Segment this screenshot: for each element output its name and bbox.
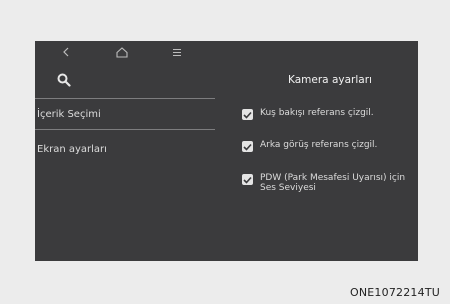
panel-title: Kamera ayarları [288, 74, 372, 86]
top-navigation-bar [35, 41, 235, 63]
search-icon[interactable] [55, 71, 73, 89]
sidebar-item-icerik-secimi[interactable]: İçerik Seçimi [35, 103, 217, 127]
figure-code-caption: ONE1072214TU [350, 286, 440, 299]
option-kus-bakisi[interactable]: Kuş bakışı referans çizgil. [242, 108, 414, 139]
option-label: Arka görüş referans çizgil. [260, 140, 378, 150]
infotainment-screen: İçerik Seçimi Ekran ayarları Kamera ayar… [35, 41, 418, 261]
home-icon[interactable] [114, 44, 130, 60]
chevron-left-icon[interactable] [59, 44, 73, 60]
sidebar-divider [35, 129, 215, 130]
option-label: PDW (Park Mesafesi Uyarısı) için Ses Sev… [260, 173, 406, 193]
option-pdw-ses-seviyesi[interactable]: PDW (Park Mesafesi Uyarısı) için Ses Sev… [242, 173, 414, 204]
checkbox-checked-icon[interactable] [242, 109, 253, 120]
sidebar-item-ekran-ayarlari[interactable]: Ekran ayarları [35, 138, 217, 162]
checkbox-checked-icon[interactable] [242, 141, 253, 152]
menu-icon[interactable] [169, 44, 185, 60]
option-label: Kuş bakışı referans çizgil. [260, 108, 374, 118]
sidebar-divider [35, 98, 215, 99]
option-arka-gorus[interactable]: Arka görüş referans çizgil. [242, 140, 414, 171]
checkbox-checked-icon[interactable] [242, 174, 253, 185]
